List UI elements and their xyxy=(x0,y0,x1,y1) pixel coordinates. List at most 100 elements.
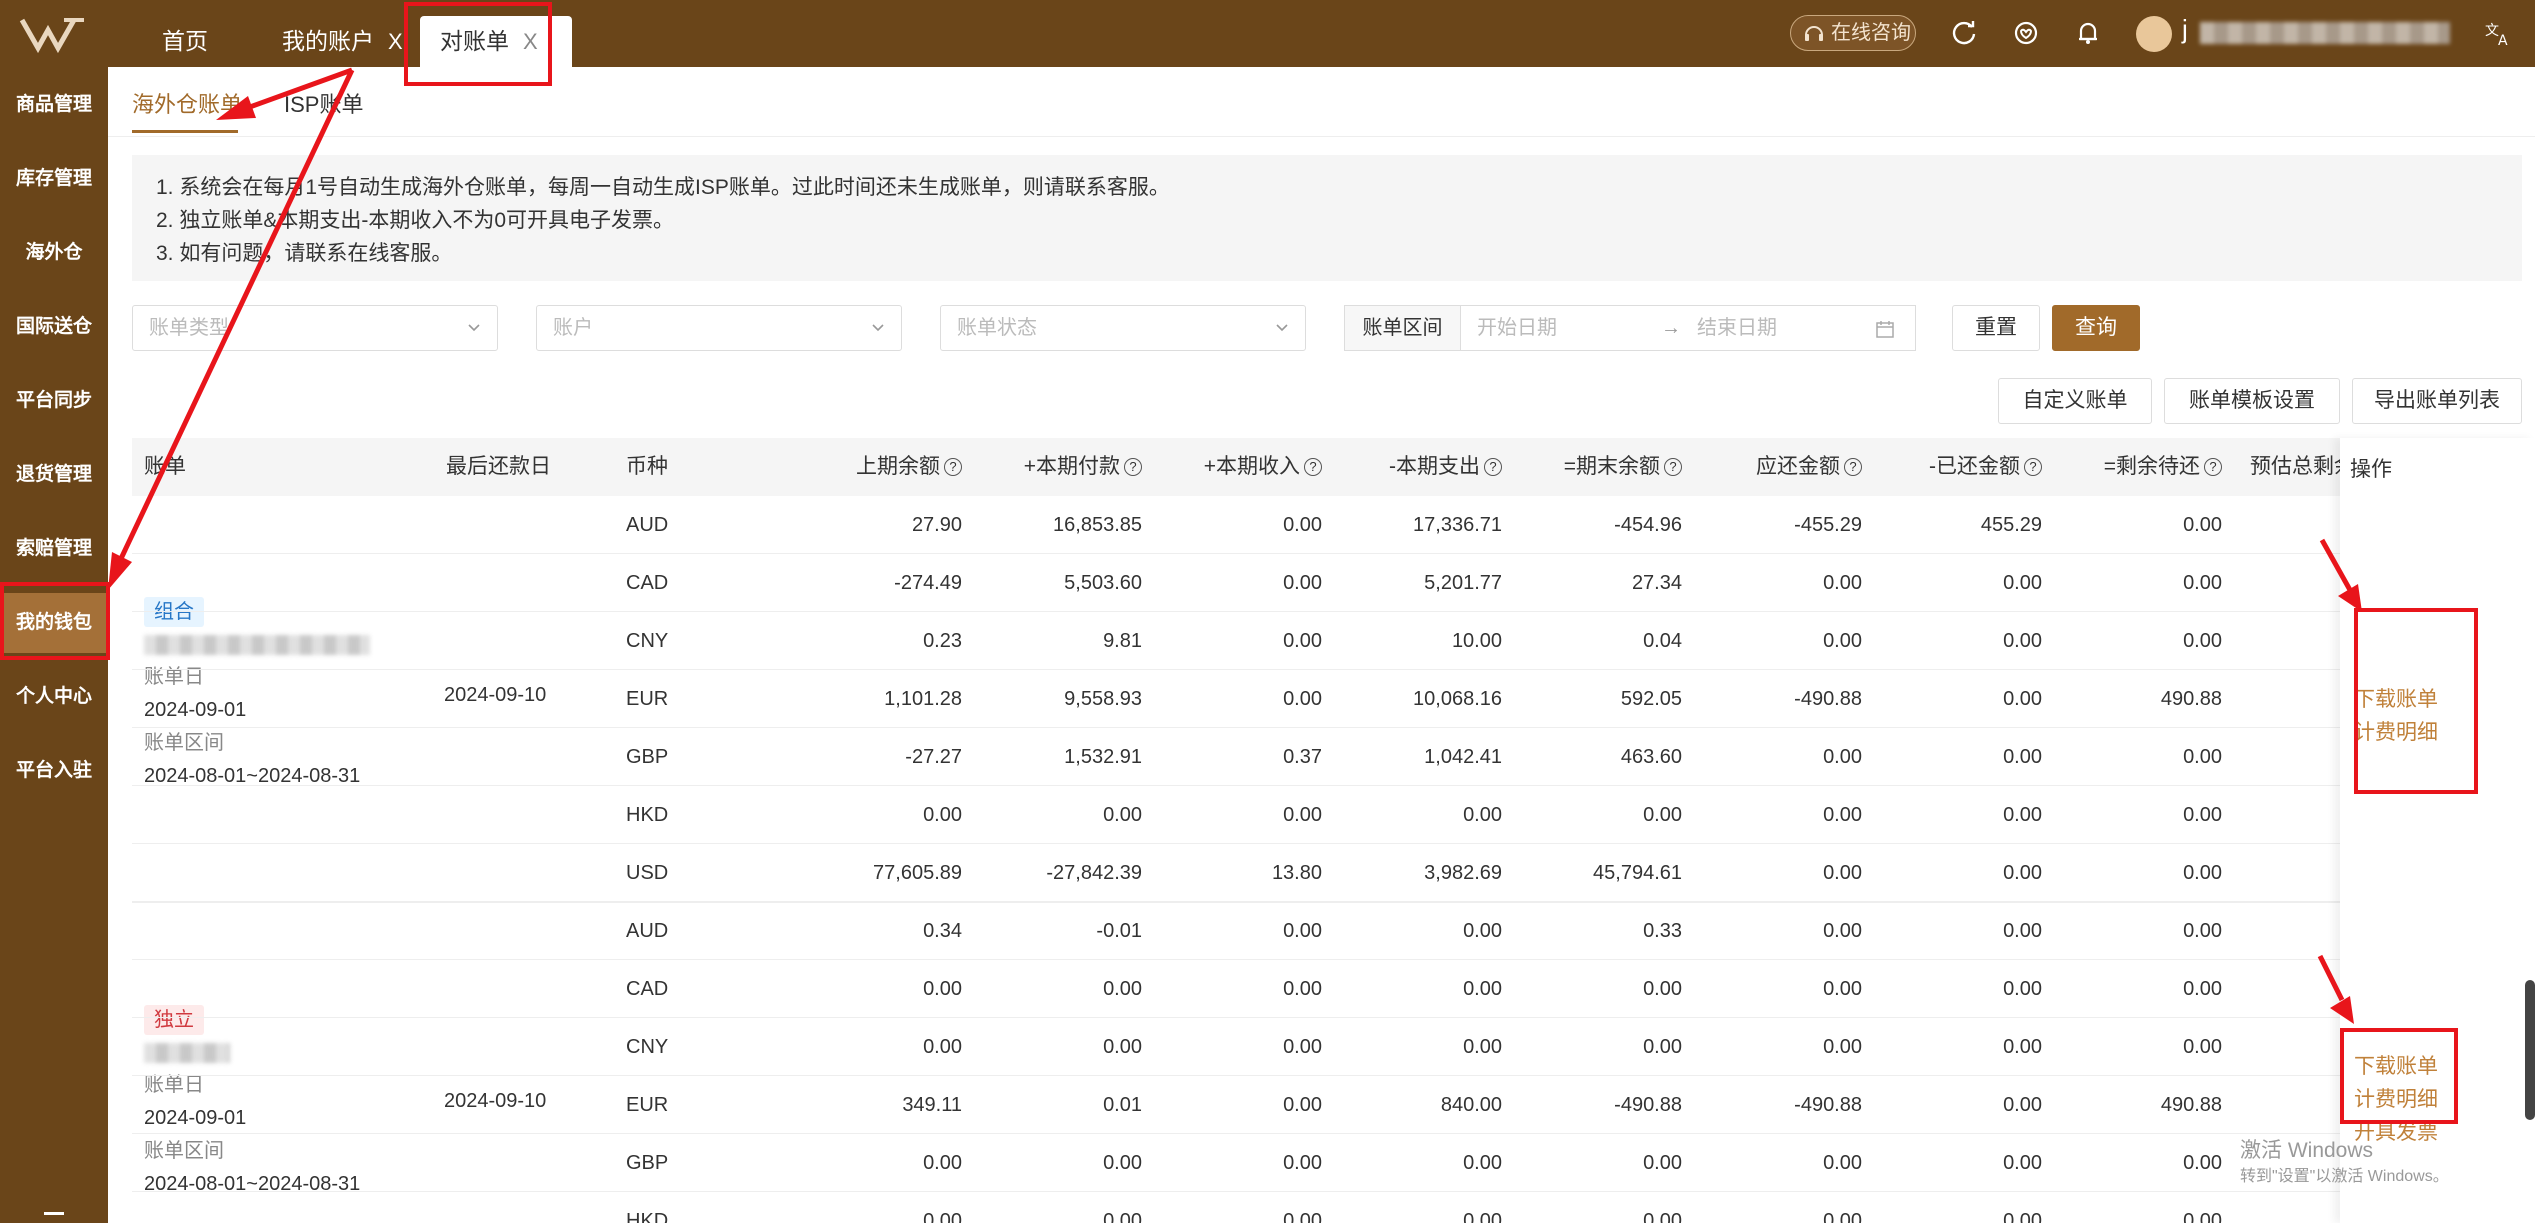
amount-cell: 0.00 xyxy=(1283,572,1322,594)
amount-cell: 0.00 xyxy=(1463,920,1502,942)
sidebar-item-label: 个人中心 xyxy=(15,686,92,707)
col-operation: 操作 xyxy=(2350,458,2392,481)
amount-cell: 0.00 xyxy=(1283,1094,1322,1116)
amount-cell: 0.00 xyxy=(1283,804,1322,826)
heart-icon[interactable] xyxy=(2010,17,2042,49)
amount-cell: 0.00 xyxy=(2183,862,2222,884)
amount-cell: 0.00 xyxy=(1283,978,1322,1000)
custom-bill-button[interactable]: 自定义账单 xyxy=(1998,378,2152,424)
amount-cell: 0.00 xyxy=(1463,1210,1502,1223)
col-label: -已还金额 xyxy=(1929,455,2020,478)
help-icon[interactable]: ? xyxy=(1124,458,1142,476)
amount-cell: 840.00 xyxy=(1440,1094,1502,1116)
username[interactable]: j xyxy=(2182,14,2188,45)
help-icon[interactable]: ? xyxy=(2204,458,2222,476)
sidebar-item-platform-join[interactable]: 平台入驻 xyxy=(0,741,108,801)
username-redacted xyxy=(2200,22,2450,44)
amount-cell: 0.00 xyxy=(2003,1210,2042,1223)
sidebar-item-claims[interactable]: 索赔管理 xyxy=(0,519,108,579)
subtab-isp-bill[interactable]: ISP账单 xyxy=(284,87,363,119)
bill-type-placeholder: 账单类型 xyxy=(149,317,229,339)
amount-cell: 0.00 xyxy=(2003,862,2042,884)
amount-cell: 463.60 xyxy=(1620,746,1682,768)
col-amount-paid: -已还金额? xyxy=(1872,438,2042,496)
notice-box: 1. 系统会在每月1号自动生成海外仓账单，每周一自动生成ISP账单。过此时间还未… xyxy=(132,155,2522,281)
sidebar-item-label: 库存管理 xyxy=(15,168,92,189)
headset-icon xyxy=(1805,26,1823,41)
sidebar-item-profile[interactable]: 个人中心 xyxy=(0,667,108,727)
sidebar-item-label: 平台入驻 xyxy=(15,760,92,781)
translate-icon[interactable]: 文 A xyxy=(2482,17,2514,49)
sidebar-item-returns[interactable]: 退货管理 xyxy=(0,445,108,505)
refresh-icon[interactable] xyxy=(1948,17,1980,49)
amount-cell: 592.05 xyxy=(1620,688,1682,710)
col-label: -本期支出 xyxy=(1389,455,1480,478)
amount-cell: 0.00 xyxy=(1823,572,1862,594)
calendar-icon xyxy=(1876,321,1894,338)
close-icon[interactable]: X xyxy=(388,29,403,54)
help-icon[interactable]: ? xyxy=(1304,458,1322,476)
amount-cell: 0.00 xyxy=(2183,978,2222,1000)
sidebar-item-label: 商品管理 xyxy=(15,94,92,115)
amount-cell: -27,842.39 xyxy=(1046,862,1142,884)
amount-cell: 0.00 xyxy=(1823,746,1862,768)
amount-cell: 0.00 xyxy=(1103,1210,1142,1223)
bell-icon[interactable] xyxy=(2072,17,2104,49)
amount-cell: 0.00 xyxy=(1283,1210,1322,1223)
subtab-overseas-bill[interactable]: 海外仓账单 xyxy=(132,87,242,119)
notice-line: 1. 系统会在每月1号自动生成海外仓账单，每周一自动生成ISP账单。过此时间还未… xyxy=(156,176,1170,199)
help-icon[interactable]: ? xyxy=(944,458,962,476)
sidebar-item-label: 退货管理 xyxy=(15,464,92,485)
sidebar-item-label: 索赔管理 xyxy=(15,538,92,559)
windows-activation-watermark: 激活 Windows 转到"设置"以激活 Windows。 xyxy=(2240,1138,2449,1190)
tab-my-account[interactable]: 我的账户 X xyxy=(262,16,423,67)
chevron-down-icon xyxy=(872,324,884,332)
sidebar-item-intl-delivery[interactable]: 国际送仓 xyxy=(0,297,108,357)
export-bill-list-button[interactable]: 导出账单列表 xyxy=(2352,378,2522,424)
amount-cell: 0.00 xyxy=(2003,804,2042,826)
date-range-picker[interactable]: 开始日期 → 结束日期 xyxy=(1460,305,1916,351)
sidebar-item-inventory[interactable]: 库存管理 xyxy=(0,149,108,209)
amount-cell: 0.00 xyxy=(2003,746,2042,768)
col-label: 应还金额 xyxy=(1756,455,1840,478)
amount-cell: 0.00 xyxy=(1463,1152,1502,1174)
bill-template-button[interactable]: 账单模板设置 xyxy=(2164,378,2340,424)
currency-cell: CAD xyxy=(626,572,669,594)
brand-logo-icon[interactable] xyxy=(18,14,90,54)
avatar[interactable] xyxy=(2136,16,2172,52)
search-button[interactable]: 查询 xyxy=(2052,305,2140,351)
help-icon[interactable]: ? xyxy=(1484,458,1502,476)
online-consult-button[interactable]: 在线咨询 xyxy=(1790,15,1916,51)
amount-cell: 0.00 xyxy=(1823,804,1862,826)
amount-cell: 0.00 xyxy=(923,1152,962,1174)
account-select[interactable]: 账户 xyxy=(536,305,902,351)
amount-cell: 16,853.85 xyxy=(1053,514,1142,536)
end-date-input[interactable]: 结束日期 xyxy=(1697,306,1777,350)
col-label: =期末余额 xyxy=(1563,455,1660,478)
sidebar-item-products[interactable]: 商品管理 xyxy=(0,75,108,135)
currency-cell: CAD xyxy=(626,978,669,1000)
scrollbar[interactable] xyxy=(2525,980,2535,1120)
sidebar-item-overseas-warehouse[interactable]: 海外仓 xyxy=(0,223,108,283)
amount-cell: 77,605.89 xyxy=(873,862,962,884)
tab-home[interactable]: 首页 xyxy=(142,16,228,67)
top-bar: 首页 我的账户 X 对账单 X 在线咨询 j 文 A xyxy=(0,0,2535,67)
help-icon[interactable]: ? xyxy=(1844,458,1862,476)
svg-text:文: 文 xyxy=(2485,23,2499,39)
help-icon[interactable]: ? xyxy=(2024,458,2042,476)
bill-type-select[interactable]: 账单类型 xyxy=(132,305,498,351)
amount-cell: 0.00 xyxy=(923,1210,962,1223)
help-icon[interactable]: ? xyxy=(1664,458,1682,476)
sidebar-item-platform-sync[interactable]: 平台同步 xyxy=(0,371,108,431)
bill-status-select[interactable]: 账单状态 xyxy=(940,305,1306,351)
col-due-date: 最后还款日 xyxy=(446,455,551,478)
start-date-input[interactable]: 开始日期 xyxy=(1477,306,1557,350)
amount-cell: 9,558.93 xyxy=(1064,688,1142,710)
currency-cell: AUD xyxy=(626,920,669,942)
amount-cell: 0.04 xyxy=(1643,630,1682,652)
reset-button[interactable]: 重置 xyxy=(1952,305,2040,351)
col-label: +本期付款 xyxy=(1023,455,1120,478)
tab-my-account-label: 我的账户 xyxy=(282,28,374,54)
amount-cell: 0.37 xyxy=(1283,746,1322,768)
amount-cell: 1,042.41 xyxy=(1424,746,1502,768)
